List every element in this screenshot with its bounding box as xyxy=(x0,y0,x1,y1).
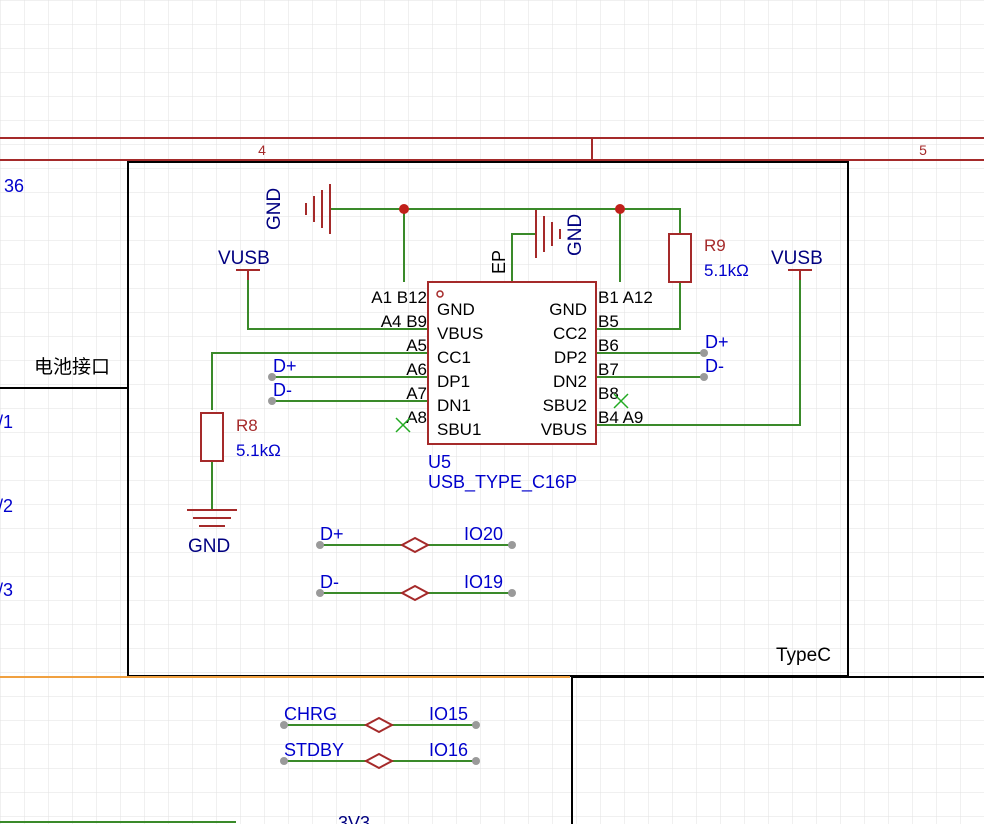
r8-ref: R8 xyxy=(236,416,258,435)
pin-number: B5 xyxy=(598,312,619,331)
pin-name: CC1 xyxy=(437,348,471,367)
net-link-to: IO20 xyxy=(464,524,503,544)
pin-name: GND xyxy=(549,300,587,319)
net-link-to: IO16 xyxy=(429,740,468,760)
pin-number: A4 B9 xyxy=(381,312,427,331)
pin-name: DP1 xyxy=(437,372,470,391)
pin-name: DN2 xyxy=(553,372,587,391)
net-pin-end xyxy=(508,541,516,549)
junction-dot xyxy=(399,204,409,214)
gnd-label-bottom: GND xyxy=(188,536,230,557)
pin-number: A7 xyxy=(406,384,427,403)
pin-number: A8 xyxy=(406,408,427,427)
fragment-36: 36 xyxy=(4,176,24,196)
typec-block-title: TypeC xyxy=(776,645,831,666)
pin-name: CC2 xyxy=(553,324,587,343)
net-pin-end xyxy=(472,721,480,729)
net-link-to: IO19 xyxy=(464,572,503,592)
vusb-label-left: VUSB xyxy=(218,248,270,269)
pin-name: DP2 xyxy=(554,348,587,367)
u5-part-name: USB_TYPE_C16P xyxy=(428,472,577,493)
net-link-to: IO15 xyxy=(429,704,468,724)
fragment-3: /3 xyxy=(0,580,13,600)
gnd-label-top: GND xyxy=(264,188,285,230)
net-label-dm-left: D- xyxy=(273,380,292,400)
pin-name: GND xyxy=(437,300,475,319)
net-link-from: STDBY xyxy=(284,740,344,760)
battery-interface-label: 电池接口 xyxy=(34,356,110,378)
ep-pin-label: EP xyxy=(489,250,509,274)
pin-name: VBUS xyxy=(437,324,483,343)
resistor-r9[interactable] xyxy=(668,233,692,283)
resistor-r8[interactable] xyxy=(200,412,224,462)
fragment-3v3: 3V3 xyxy=(338,813,370,824)
net-pin-end xyxy=(508,589,516,597)
net-link-from: D- xyxy=(320,572,339,592)
net-label-dm-right: D- xyxy=(705,356,724,376)
gnd-label-ep: GND xyxy=(565,214,586,256)
pin-number: B8 xyxy=(598,384,619,403)
r9-value: 5.1kΩ xyxy=(704,261,749,280)
u5-ref: U5 xyxy=(428,452,451,472)
pin-number: B1 A12 xyxy=(598,288,653,307)
pin-number: A5 xyxy=(406,336,427,355)
pin-number: A6 xyxy=(406,360,427,379)
pin-name: SBU2 xyxy=(543,396,587,415)
junction-dot xyxy=(615,204,625,214)
frame-zone-4: 4 xyxy=(258,142,266,158)
pin-number: B4 A9 xyxy=(598,408,643,427)
schematic-canvas[interactable]: 4 5 36 电池接口 /1 /2 /3 TypeC xyxy=(0,0,984,824)
r8-value: 5.1kΩ xyxy=(236,441,281,460)
vusb-label-right: VUSB xyxy=(771,248,823,269)
fragment-2: /2 xyxy=(0,496,13,516)
pin-name: VBUS xyxy=(541,420,587,439)
pin-number: B7 xyxy=(598,360,619,379)
frame-zone-5: 5 xyxy=(919,142,927,158)
net-link-from: CHRG xyxy=(284,704,337,724)
pin-number: B6 xyxy=(598,336,619,355)
net-link-from: D+ xyxy=(320,524,344,544)
r9-ref: R9 xyxy=(704,236,726,255)
pin-number: A1 B12 xyxy=(371,288,427,307)
net-label-dp-right: D+ xyxy=(705,332,729,352)
net-label-dp-left: D+ xyxy=(273,356,297,376)
fragment-1: /1 xyxy=(0,412,13,432)
pin-name: SBU1 xyxy=(437,420,481,439)
pin-name: DN1 xyxy=(437,396,471,415)
net-pin-end xyxy=(472,757,480,765)
